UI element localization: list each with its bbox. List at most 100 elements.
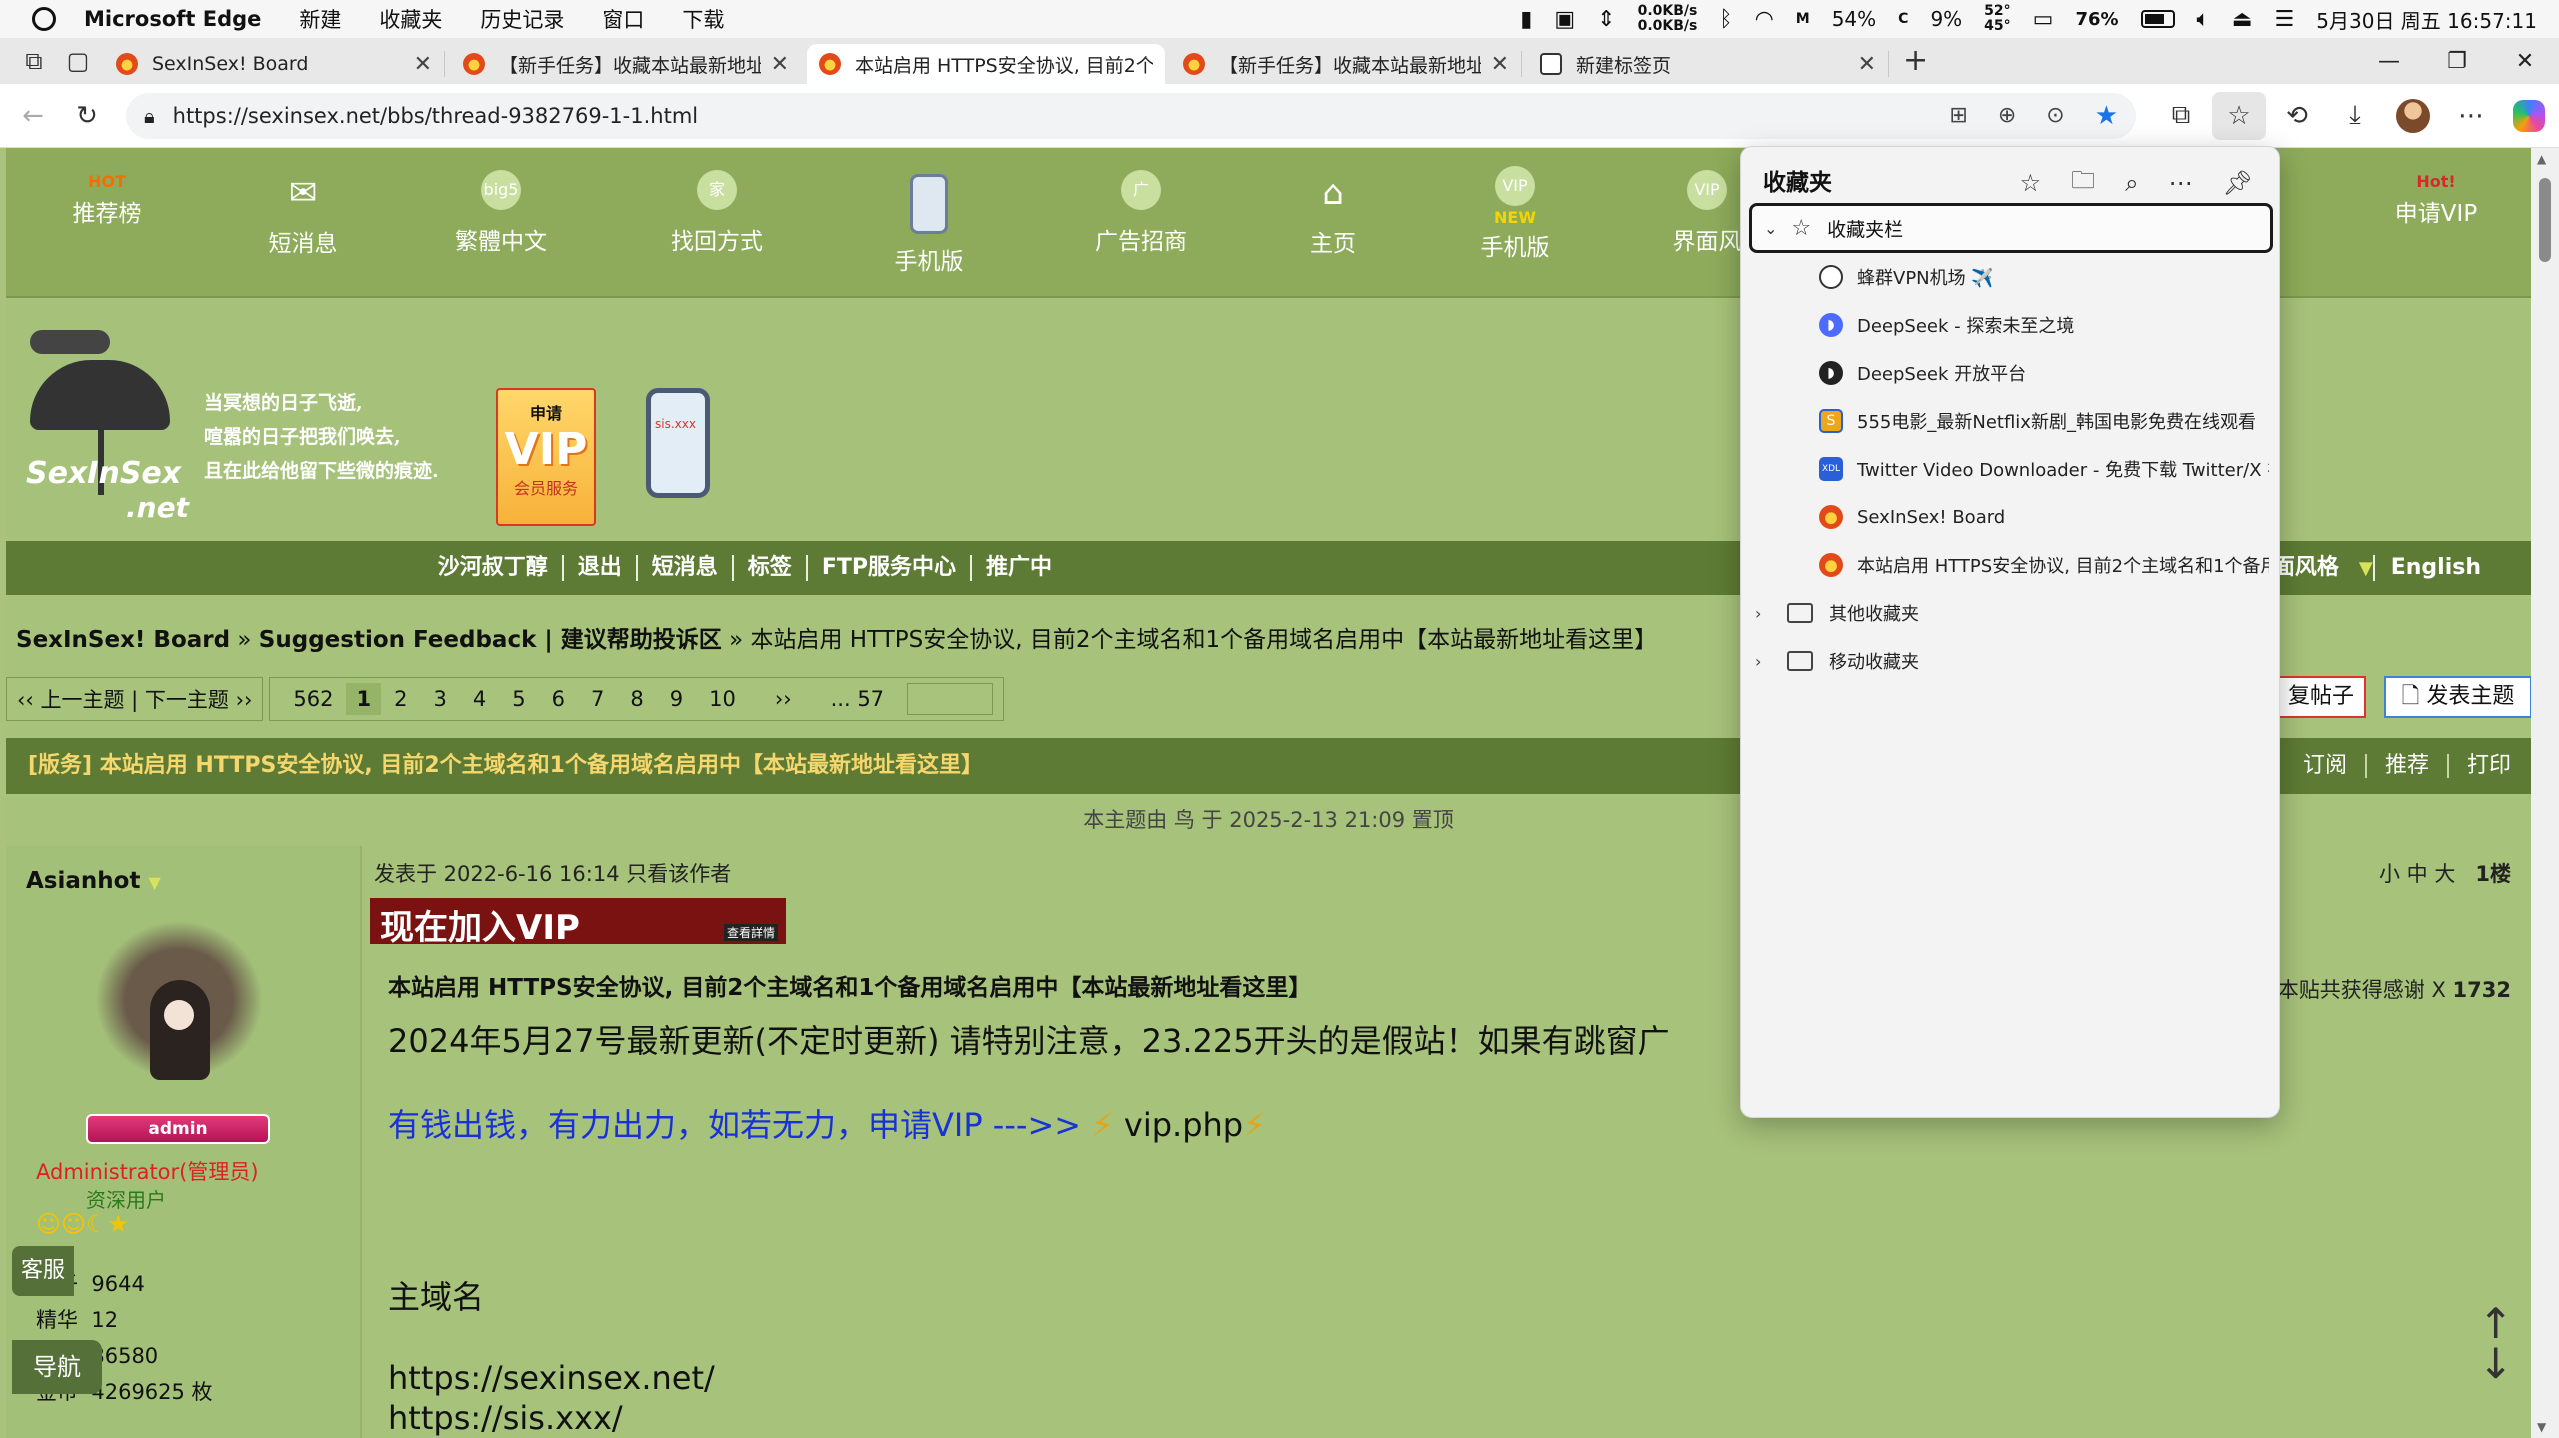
- domain-link[interactable]: https://sis.xxx/: [388, 1398, 715, 1438]
- wifi-icon[interactable]: ◠: [1755, 7, 1774, 32]
- tab-1[interactable]: SexInSex! Board ✕: [104, 44, 444, 84]
- url-text[interactable]: https://sexinsex.net/bbs/thread-9382769-…: [173, 104, 1920, 128]
- copilot-icon[interactable]: [2502, 92, 2556, 140]
- site-info-icon[interactable]: 🔒︎: [144, 104, 155, 128]
- prev-next-thread[interactable]: ‹‹ 上一主题 | 下一主题 ››: [6, 677, 264, 721]
- back-arrow-icon[interactable]: ←: [6, 92, 60, 140]
- reply-button[interactable]: 复帖子: [2276, 676, 2366, 718]
- nav-mobile[interactable]: 手机版: [864, 174, 994, 276]
- page-last[interactable]: ... 57: [818, 687, 897, 711]
- zoom-icon[interactable]: ⊕: [1998, 103, 2016, 128]
- folder-mobile[interactable]: › 移动收藏夹: [1755, 637, 1919, 685]
- domain-link[interactable]: https://sexinsex.net/: [388, 1358, 715, 1398]
- username-link[interactable]: 沙河叔丁醇: [424, 555, 562, 581]
- menu-downloads[interactable]: 下载: [682, 4, 724, 34]
- favorite-item[interactable]: S 555电影_最新Netflix新剧_韩国电影免费在线观看: [1819, 397, 2269, 445]
- search-icon[interactable]: ⌕: [2125, 169, 2138, 197]
- scroll-updown-icon[interactable]: ↑ ↓: [2478, 1303, 2513, 1385]
- network-speed[interactable]: 0.0KB/s 0.0KB/s: [1638, 4, 1698, 34]
- site-logo-text[interactable]: SexInSex .net: [26, 456, 189, 524]
- tab-3-active[interactable]: 本站启用 HTTPS安全协议, 目前2个: [807, 44, 1165, 84]
- favorite-item[interactable]: SexInSex! Board: [1819, 493, 2269, 541]
- menu-new[interactable]: 新建: [299, 4, 341, 34]
- crumb-forum[interactable]: Suggestion Feedback | 建议帮助投诉区: [259, 627, 722, 653]
- menu-app-name[interactable]: Microsoft Edge: [84, 7, 261, 31]
- flashlight-icon[interactable]: ▮: [1520, 7, 1532, 32]
- recommend-link[interactable]: 推荐: [2364, 754, 2447, 778]
- favorite-item[interactable]: 蜂群VPN机场 ✈️: [1819, 253, 2269, 301]
- nav-home[interactable]: ⌂ 主页: [1268, 170, 1398, 258]
- page-1[interactable]: 1: [346, 683, 382, 715]
- page-6[interactable]: 6: [539, 687, 578, 711]
- folder-other[interactable]: › 其他收藏夹: [1755, 589, 1919, 637]
- tags-link[interactable]: 标签: [731, 555, 806, 581]
- close-icon[interactable]: ✕: [414, 52, 432, 77]
- page-jump-input[interactable]: [907, 683, 994, 715]
- workspaces-icon[interactable]: ⧉: [14, 41, 54, 81]
- tab-4[interactable]: 【新手任务】收藏本站最新地址可 ✕: [1171, 44, 1521, 84]
- chevron-right-icon[interactable]: ›: [1755, 604, 1773, 623]
- new-tab-plus-icon[interactable]: +: [1903, 43, 1928, 78]
- window-close-icon[interactable]: ✕: [2491, 49, 2559, 74]
- cpu-usage[interactable]: 9%: [1930, 7, 1962, 31]
- print-link[interactable]: 打印: [2446, 754, 2529, 778]
- scroll-up-icon[interactable]: ▲: [2537, 152, 2546, 166]
- dropdown-triangle-icon[interactable]: ▼: [148, 873, 160, 892]
- favorites-bar-folder[interactable]: ⌄ ☆ 收藏夹栏: [1749, 203, 2273, 253]
- vip-service-banner[interactable]: 申请 VIP 会员服务: [496, 388, 596, 526]
- english-link[interactable]: English: [2372, 555, 2497, 581]
- battery-icon[interactable]: [2140, 10, 2175, 28]
- temperature[interactable]: 52° 45°: [1984, 4, 2010, 34]
- crumb-board[interactable]: SexInSex! Board: [16, 627, 230, 653]
- history-icon[interactable]: ⟲: [2270, 92, 2324, 140]
- chevron-down-icon[interactable]: ⌄: [1764, 219, 1777, 238]
- add-folder-icon[interactable]: 🗀︎: [2071, 163, 2095, 204]
- vertical-tabs-icon[interactable]: ▢: [58, 41, 98, 81]
- nav-apply-vip[interactable]: Hot! 申请VIP: [2366, 170, 2506, 228]
- download-icon[interactable]: ⤓: [2328, 92, 2382, 140]
- menu-history[interactable]: 历史记录: [480, 4, 564, 34]
- page-7[interactable]: 7: [578, 687, 617, 711]
- minimize-icon[interactable]: —: [2355, 49, 2423, 74]
- scroll-down-icon[interactable]: ▼: [2537, 1420, 2546, 1434]
- add-favorite-icon[interactable]: ☆: [2020, 169, 2042, 197]
- page-scrollbar[interactable]: ▲ ▼: [2531, 148, 2559, 1438]
- profile-avatar[interactable]: [2386, 92, 2440, 140]
- tab-2[interactable]: 【新手任务】收藏本站最新地址可 ✕: [451, 44, 801, 84]
- favorite-item[interactable]: ◗ DeepSeek 开放平台: [1819, 349, 2269, 397]
- favorite-item[interactable]: ◗ DeepSeek - 探索未至之境: [1819, 301, 2269, 349]
- promotion-link[interactable]: 推广中: [969, 555, 1066, 581]
- favorite-item[interactable]: 本站启用 HTTPS安全协议, 目前2个主域名和1个备用: [1819, 541, 2269, 589]
- eject-icon[interactable]: ⏏: [2232, 7, 2253, 32]
- scroll-thumb[interactable]: [2539, 178, 2551, 262]
- navigation-button[interactable]: 导航: [12, 1340, 102, 1394]
- ftp-link[interactable]: FTP服务中心: [805, 555, 970, 581]
- messages-link[interactable]: 短消息: [635, 555, 732, 581]
- author-avatar[interactable]: [84, 910, 274, 1110]
- subscribe-link[interactable]: 订阅: [2285, 754, 2365, 778]
- page-10[interactable]: 10: [696, 687, 749, 711]
- vip-join-banner[interactable]: 现在加入VIP 查看詳情: [370, 898, 786, 948]
- favorite-star-icon[interactable]: ★: [2095, 101, 2118, 131]
- page-3[interactable]: 3: [420, 687, 459, 711]
- app-available-icon[interactable]: ⊞: [1949, 103, 1967, 128]
- more-menu-icon[interactable]: ⋯: [2444, 92, 2498, 140]
- refresh-icon[interactable]: ↻: [60, 92, 114, 140]
- page-5[interactable]: 5: [499, 687, 538, 711]
- reading-view-icon[interactable]: ⊙: [2046, 103, 2064, 128]
- author-name[interactable]: Asianhot ▼: [26, 868, 161, 894]
- menu-window[interactable]: 窗口: [602, 4, 644, 34]
- bluetooth-icon[interactable]: ᛒ: [1719, 7, 1732, 32]
- page-next[interactable]: ››: [749, 687, 818, 711]
- nav-messages[interactable]: ✉ 短消息: [238, 170, 368, 258]
- more-options-icon[interactable]: ⋯: [2169, 169, 2193, 197]
- close-icon[interactable]: ✕: [771, 52, 789, 77]
- font-size-links[interactable]: 小 中 大: [2379, 862, 2455, 886]
- clock[interactable]: 5月30日 周五 16:57:11: [2316, 5, 2537, 34]
- favorite-item[interactable]: XDL Twitter Video Downloader - 免费下载 Twit…: [1819, 445, 2269, 493]
- menu-favorites[interactable]: 收藏夹: [379, 4, 442, 34]
- page-4[interactable]: 4: [460, 687, 499, 711]
- nav-mobile-vip[interactable]: VIP NEW 手机版: [1450, 166, 1580, 262]
- tab-5[interactable]: 新建标签页 ✕: [1528, 44, 1888, 84]
- dropdown-triangle-icon[interactable]: ▼: [2359, 558, 2373, 579]
